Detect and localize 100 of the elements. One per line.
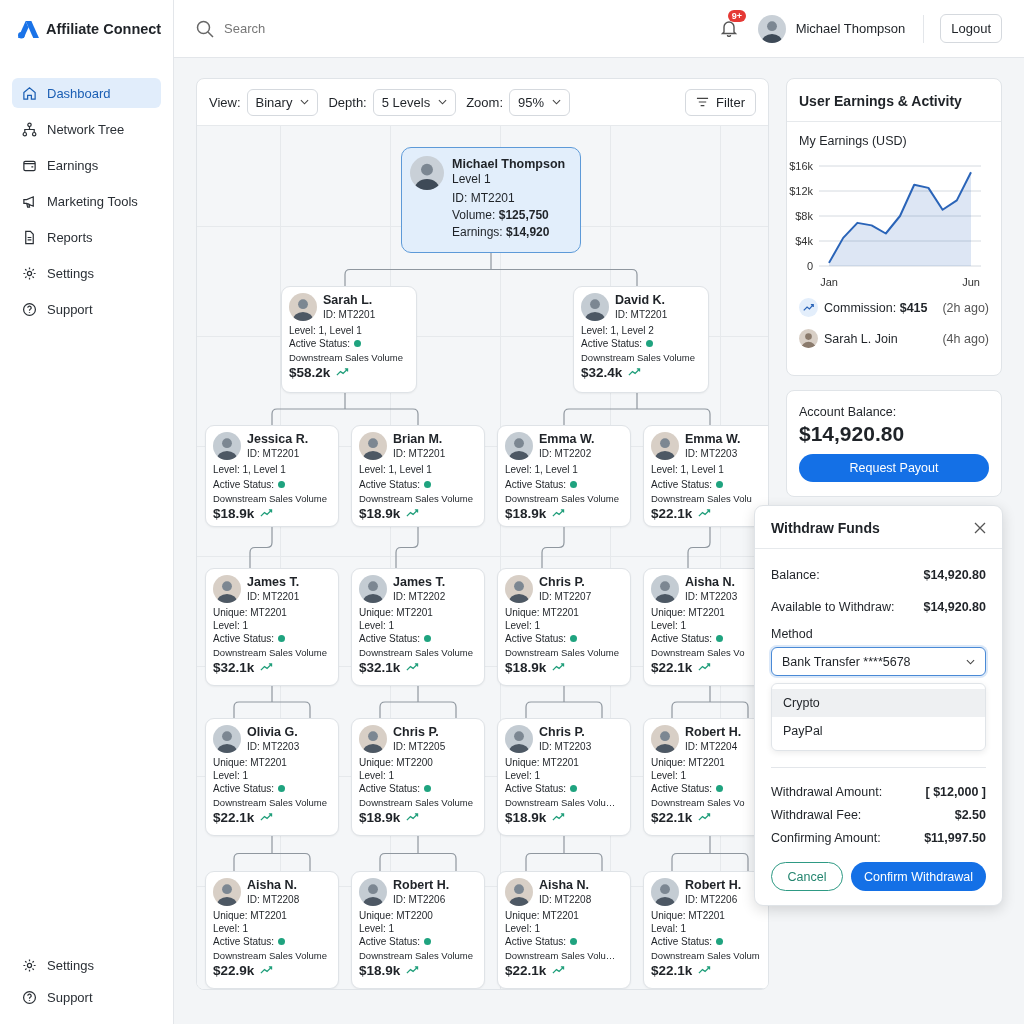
avatar-icon [505, 725, 533, 753]
member-name: Jessica R. [247, 432, 309, 447]
nav-item[interactable]: Earnings [12, 150, 161, 180]
dropdown[interactable]: 95% [509, 88, 571, 116]
avatar-icon [581, 293, 609, 321]
dropdown-option[interactable]: Crypto [772, 689, 985, 717]
member-id: ID: MT2201 [393, 447, 446, 460]
caret-icon [438, 99, 448, 105]
volume-label: Downstream Sales Vo [651, 796, 746, 809]
settings-icon [22, 265, 37, 281]
close-icon[interactable] [974, 522, 986, 534]
member-name: Emma W. [685, 432, 741, 447]
member-card[interactable]: Michael Thompson Level 1 ID: MT2201 Volume: $125,750 Earnings: $14,920 [401, 147, 581, 253]
method-select[interactable]: Bank Transfer ****5678 [771, 647, 986, 676]
member-name: Aisha N. [685, 575, 736, 590]
member-name: David K. [615, 293, 666, 308]
member-detail: Level: 1, Level 2 [581, 324, 655, 337]
member-name: Chris P. [393, 725, 440, 740]
member-id: ID: MT2201 [615, 308, 668, 321]
status-label: Active Status: [581, 337, 643, 350]
dropdown-option[interactable]: PayPal [772, 717, 985, 745]
home-icon [22, 85, 37, 101]
user-name[interactable]: Michael Thompson [795, 21, 906, 36]
member-card[interactable]: Aisha N. ID: MT2208 Unique: MT2201 Level: 1 Active Status: Downstream Sales Volu… $22.1k [497, 871, 631, 989]
control-label: View: [209, 94, 241, 110]
search-field[interactable]: Search [222, 20, 366, 37]
activity-text: Sarah L. Join [824, 331, 898, 346]
search-icon [196, 19, 214, 38]
help-icon [22, 301, 37, 317]
y-tick-label: $16k [789, 160, 813, 172]
member-name: Robert H. [393, 878, 450, 893]
member-detail: Unique: MT2201 [651, 756, 726, 769]
member-id: ID: MT2205 [393, 740, 446, 753]
avatar-icon [213, 432, 241, 460]
member-detail: Level: 1 [359, 769, 396, 782]
member-detail: Unique: MT2201 [359, 606, 434, 619]
volume-label: Downstream Sales Volume [505, 492, 621, 505]
volume-value: $18.9k [359, 962, 401, 979]
nav-item[interactable]: Reports [12, 222, 161, 252]
status-label: Active Status: [651, 782, 713, 795]
volume-value: $18.9k [359, 809, 401, 826]
megaphone-icon [22, 193, 37, 209]
status-label: Active Status: [359, 782, 421, 795]
nav-item[interactable]: Network Tree [12, 114, 161, 144]
avatar-icon [359, 575, 387, 603]
member-card[interactable]: Chris P. ID: MT2205 Unique: MT2200 Level: 1 Active Status: Downstream Sales Volume $18.9k [351, 718, 485, 836]
volume-value: $18.9k [505, 505, 547, 522]
member-detail: ID: MT2201 [452, 190, 516, 207]
request-payout-button[interactable]: Request Payout [799, 454, 989, 482]
status-label: Active Status: [651, 632, 713, 645]
member-detail: Unique: MT2201 [505, 909, 580, 922]
nav-item[interactable]: Marketing Tools [12, 186, 161, 216]
nav-item[interactable]: Settings [12, 258, 161, 288]
member-card[interactable]: Brian M. ID: MT2201 Level: 1, Level 1 Active Status: Downstream Sales Volume $18.9k [351, 425, 485, 527]
member-id: ID: MT2206 [393, 893, 447, 906]
nav-item[interactable]: Support [12, 294, 161, 324]
member-card[interactable]: Sarah L. ID: MT2201 Level: 1, Level 1 Active Status: Downstream Sales Volume $58.2k [281, 286, 417, 393]
member-name: Aisha N. [247, 878, 298, 893]
member-name: James T. [247, 575, 300, 590]
volume-label: Downstream Sales Volume [359, 492, 475, 505]
member-card[interactable]: Emma W. ID: MT2203 Level: 1, Level 1 Active Status: Downstream Sales Volu $22.1k [643, 425, 768, 527]
member-card[interactable]: Olivia G. ID: MT2203 Unique: MT2201 Level: 1 Active Status: Downstream Sales Volume $22.1k [205, 718, 339, 836]
member-card[interactable]: David K. ID: MT2201 Level: 1, Level 2 Active Status: Downstream Sales Volume $32.4k [573, 286, 709, 393]
confirm-withdrawal-button[interactable]: Confirm Withdrawal [851, 862, 986, 891]
dropdown[interactable]: Binary [246, 88, 319, 116]
field-label: Method [771, 627, 814, 641]
member-card[interactable]: Robert H. ID: MT2206 Unique: MT2201 Leval: 1 Active Status: Downstream Sales Volum $22.1k [643, 871, 768, 989]
member-detail: Level: 1 [505, 619, 542, 632]
avatar-icon [213, 725, 241, 753]
dropdown[interactable]: 5 Levels [372, 88, 457, 116]
member-detail: Level: 1 [213, 619, 250, 632]
avatar-icon [651, 878, 679, 906]
member-card[interactable]: James T. ID: MT2201 Unique: MT2201 Level: 1 Active Status: Downstream Sales Volume $32.1k [205, 568, 339, 686]
member-card[interactable]: Chris P. ID: MT2207 Unique: MT2201 Level: 1 Active Status: Downstream Sales Volume $18.9k [497, 568, 631, 686]
nav-item[interactable]: Support [12, 982, 161, 1012]
avatar-icon [651, 432, 679, 460]
caret-icon [300, 99, 310, 105]
member-card[interactable]: Chris P. ID: MT2203 Unique: MT2201 Level: 1 Active Status: Downstream Sales Volu… $18.9k [497, 718, 631, 836]
member-card[interactable]: Aisha N. ID: MT2208 Unique: MT2201 Level: 1 Active Status: Downstream Sales Volume $22.9k [205, 871, 339, 989]
member-detail: Unique: MT2201 [651, 909, 726, 922]
status-label: Active Status: [505, 782, 567, 795]
nav-item[interactable]: Dashboard [12, 78, 161, 108]
member-name: Sarah L. [323, 293, 374, 308]
volume-value: $22.1k [505, 962, 547, 979]
volume-label: Downstream Sales Volume [213, 492, 329, 505]
activity-text: Commission: $415 [824, 300, 928, 315]
volume-label: Downstream Sales Volume [581, 351, 697, 364]
caret-icon [552, 99, 562, 105]
member-name: James T. [393, 575, 446, 590]
member-name: Michael Thompson [452, 156, 566, 172]
cancel-button[interactable]: Cancel [771, 862, 843, 891]
filter-button[interactable]: Filter [685, 88, 756, 116]
bell-icon[interactable] [719, 18, 738, 37]
logout-button[interactable]: Logout [940, 14, 1002, 43]
member-card[interactable]: Jessica R. ID: MT2201 Level: 1, Level 1 Active Status: Downstream Sales Volume $18.9k [205, 425, 339, 527]
nav-item[interactable]: Settings [12, 950, 161, 980]
member-card[interactable]: James T. ID: MT2202 Unique: MT2201 Level: 1 Active Status: Downstream Sales Volume $32.1k [351, 568, 485, 686]
member-card[interactable]: Robert H. ID: MT2206 Unique: MT2200 Level: 1 Active Status: Downstream Sales Volume $18.9k [351, 871, 485, 989]
member-name: Brian M. [393, 432, 444, 447]
member-card[interactable]: Emma W. ID: MT2202 Level: 1, Level 1 Active Status: Downstream Sales Volume $18.9k [497, 425, 631, 527]
